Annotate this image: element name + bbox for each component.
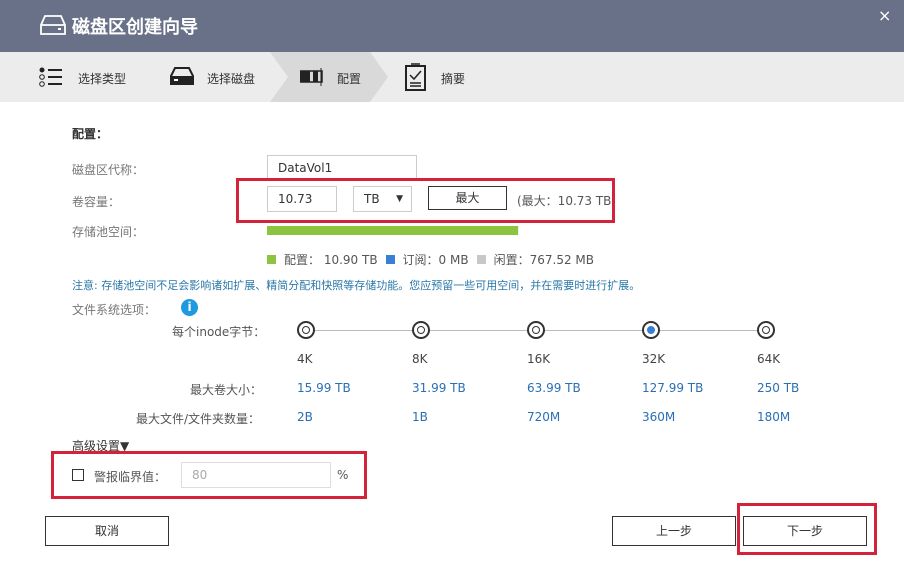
- disk-tray-icon: [170, 67, 194, 85]
- legend-swatch-subscribed: [385, 255, 395, 264]
- inode-radio-4K[interactable]: [297, 321, 315, 339]
- legend-swatch-allocated: [267, 255, 276, 264]
- inode-size-label: 32K: [642, 352, 666, 366]
- step-select-disk: 选择磁盘: [207, 72, 256, 86]
- max-volume-value: 31.99 TB: [412, 381, 466, 395]
- unit-value: TB: [364, 192, 380, 206]
- legend-free: 闲置：767.52 MB: [493, 253, 594, 267]
- max-files-value: 180M: [757, 410, 791, 424]
- alert-threshold-label: 警报临界值：: [94, 470, 167, 484]
- alert-threshold-checkbox[interactable]: [72, 469, 84, 481]
- capacity-input[interactable]: 10.73: [267, 186, 337, 212]
- next-button[interactable]: 下一步: [743, 516, 867, 546]
- max-volume-value: 127.99 TB: [642, 381, 704, 395]
- inode-size-label: 16K: [527, 352, 551, 366]
- max-files-value: 360M: [642, 410, 676, 424]
- volume-name-label: 磁盘区代称：: [72, 163, 145, 177]
- list-icon: [39, 67, 62, 87]
- pool-legend: 配置： 10.90 TB 订阅：0 MB 闲置：767.52 MB: [267, 251, 594, 268]
- max-volume-value: 250 TB: [757, 381, 800, 395]
- inode-radio-16K[interactable]: [527, 321, 545, 339]
- inode-size-label: 4K: [297, 352, 313, 366]
- inode-size-label: 64K: [757, 352, 781, 366]
- fs-options-label: 文件系统选项：: [72, 303, 157, 317]
- inode-radio-64K[interactable]: [757, 321, 775, 339]
- max-volume-value: 15.99 TB: [297, 381, 351, 395]
- max-volume-value: 63.99 TB: [527, 381, 581, 395]
- volume-name-input[interactable]: DataVol1: [267, 155, 417, 181]
- config-icon: [300, 68, 323, 86]
- legend-swatch-free: [476, 255, 486, 264]
- max-button[interactable]: 最大: [428, 186, 507, 210]
- inode-label: 每个inode字节：: [172, 325, 266, 339]
- step-config: 配置: [337, 72, 362, 86]
- max-files-value: 2B: [297, 410, 313, 424]
- window-title: 磁盘区创建向导: [72, 17, 198, 38]
- pool-space-fill: [267, 226, 518, 235]
- inode-radio-32K[interactable]: [642, 321, 660, 339]
- max-volume-label: 最大卷大小：: [190, 383, 263, 397]
- percent-unit: %: [337, 468, 349, 482]
- unit-select[interactable]: TB ▼: [353, 186, 412, 212]
- capacity-label: 卷容量：: [72, 195, 121, 209]
- clipboard-icon: [405, 63, 426, 91]
- step-select-type: 选择类型: [78, 72, 127, 86]
- chevron-down-icon: ▼: [396, 194, 403, 204]
- step-summary: 摘要: [441, 72, 466, 86]
- advanced-settings-toggle[interactable]: 高级设置▼: [72, 437, 129, 454]
- legend-allocated: 配置： 10.90 TB: [284, 253, 378, 267]
- active-step-highlight: [270, 52, 388, 102]
- disk-icon: [40, 15, 66, 35]
- inode-size-label: 8K: [412, 352, 428, 366]
- max-files-value: 1B: [412, 410, 428, 424]
- previous-button[interactable]: 上一步: [612, 516, 736, 546]
- info-icon[interactable]: i: [181, 299, 198, 316]
- pool-space-label: 存储池空间：: [72, 225, 145, 239]
- alert-threshold-input[interactable]: 80: [181, 462, 331, 488]
- pool-note: 注意: 存储池空间不足会影响诸如扩展、精简分配和快照等存储功能。您应预留一些可用…: [72, 279, 641, 292]
- legend-subscribed: 订阅：0 MB: [402, 253, 469, 267]
- config-heading: 配置：: [72, 127, 109, 141]
- inode-radio-8K[interactable]: [412, 321, 430, 339]
- close-button[interactable]: ×: [878, 6, 891, 25]
- cancel-button[interactable]: 取消: [45, 516, 169, 546]
- max-capacity-text: (最大：10.73 TB): [517, 194, 617, 208]
- max-files-value: 720M: [527, 410, 561, 424]
- max-files-label: 最大文件/文件夹数量：: [136, 412, 261, 426]
- pool-space-bar: [267, 226, 519, 235]
